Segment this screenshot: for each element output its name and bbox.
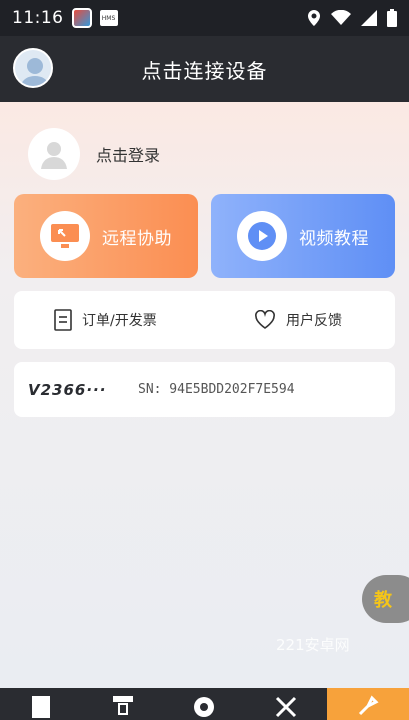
login-avatar[interactable] — [28, 128, 80, 180]
remote-desktop-icon — [40, 211, 90, 261]
user-placeholder-icon — [41, 142, 67, 169]
floating-tutorial-label: 教 — [374, 590, 392, 611]
avatar-person-icon — [20, 58, 50, 86]
location-icon — [308, 10, 320, 26]
user-feedback-label: 用户反馈 — [286, 313, 342, 329]
nav-item-settings[interactable] — [164, 688, 246, 720]
user-feedback-link[interactable]: 用户反馈 — [254, 310, 342, 330]
app-notification-icon — [71, 8, 92, 28]
floating-tutorial-button[interactable]: 教 — [362, 575, 409, 623]
signal-icon — [361, 10, 377, 26]
nav-item-tools[interactable] — [245, 688, 327, 720]
play-icon — [237, 211, 287, 261]
video-tutorial-label: 视频教程 — [299, 228, 369, 249]
device-name: V2366··· — [28, 380, 107, 399]
wrench-icon — [276, 696, 297, 718]
orders-invoice-link[interactable]: 订单/开发票 — [54, 309, 157, 331]
battery-icon — [387, 9, 397, 27]
quick-links-card: 订单/开发票 用户反馈 — [14, 291, 395, 349]
gear-icon — [194, 697, 215, 717]
document-icon — [54, 309, 72, 331]
remote-assist-button[interactable]: 远程协助 — [14, 194, 198, 278]
device-nav-icon — [112, 696, 133, 715]
orders-invoice-label: 订单/开发票 — [82, 313, 157, 329]
watermark: 221安卓网 — [276, 636, 350, 654]
video-tutorial-button[interactable]: 视频教程 — [211, 194, 395, 278]
login-row[interactable]: 点击登录 — [28, 128, 160, 180]
repair-icon — [359, 695, 379, 716]
login-label[interactable]: 点击登录 — [96, 142, 160, 166]
document-nav-icon — [31, 696, 50, 718]
wifi-icon — [331, 10, 351, 25]
nav-item-device[interactable] — [82, 688, 164, 720]
nav-item-repair[interactable] — [327, 688, 409, 720]
hms-notification-icon: HMS — [99, 10, 118, 26]
nav-item-home[interactable] — [0, 688, 82, 720]
bottom-nav — [0, 688, 409, 720]
user-avatar[interactable] — [13, 48, 53, 88]
page-title[interactable]: 点击连接设备 — [142, 55, 268, 84]
remote-assist-label: 远程协助 — [102, 228, 172, 249]
status-bar: 11:16 HMS — [0, 0, 409, 36]
device-serial-number: SN: 94E5BDD202F7E594 — [138, 382, 295, 397]
heart-icon — [255, 310, 275, 329]
status-time: 11:16 — [12, 8, 64, 28]
app-header: 点击连接设备 — [0, 36, 409, 102]
device-card[interactable]: V2366··· SN: 94E5BDD202F7E594 — [14, 362, 395, 417]
